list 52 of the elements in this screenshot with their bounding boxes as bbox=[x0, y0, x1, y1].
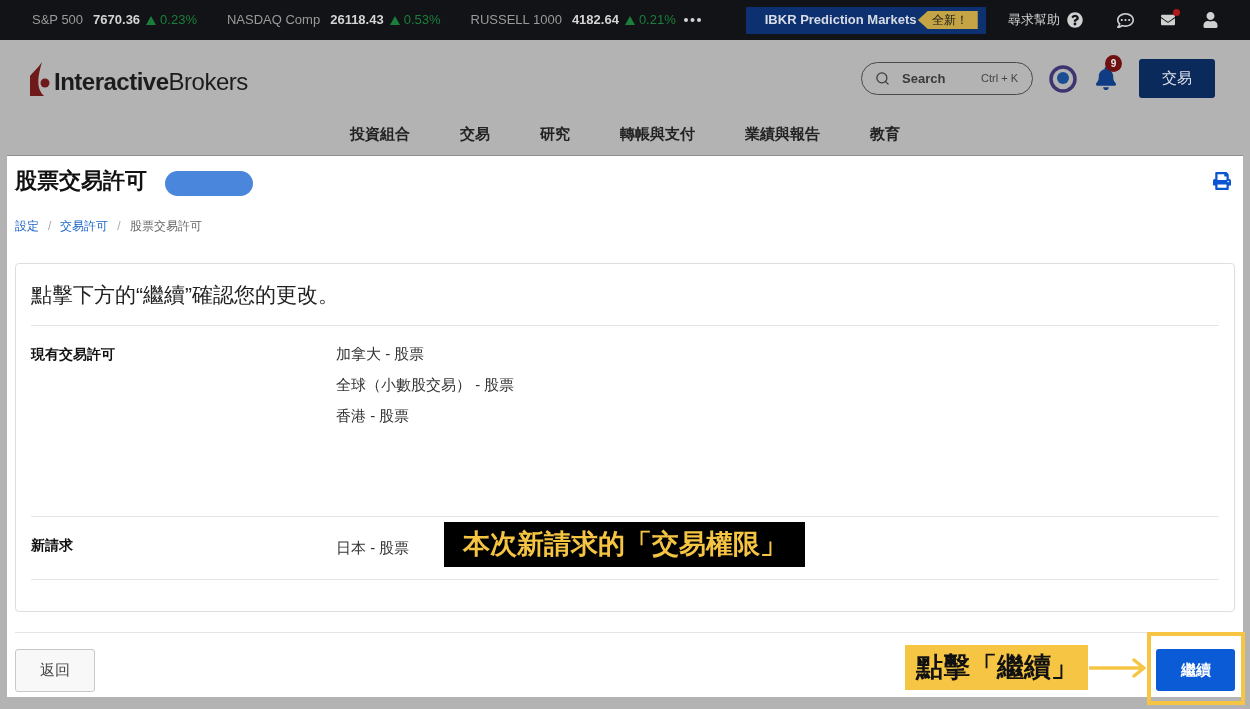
nav-item[interactable]: 轉帳與支付 bbox=[620, 122, 695, 146]
permission-value: 香港 - 股票 bbox=[336, 406, 411, 426]
nav-item[interactable]: 交易 bbox=[460, 122, 490, 146]
bell-icon[interactable] bbox=[1095, 67, 1117, 90]
index-value: 7670.36 bbox=[93, 11, 141, 30]
continue-button[interactable]: 繼續 bbox=[1156, 649, 1235, 691]
user-icon[interactable] bbox=[1203, 12, 1218, 28]
promo-banner[interactable]: IBKR Prediction Markets 全新！ bbox=[745, 6, 986, 34]
row-label: 新請求 bbox=[31, 536, 74, 555]
row-label: 現有交易許可 bbox=[31, 345, 116, 364]
breadcrumb-link[interactable]: 設定 bbox=[15, 217, 39, 235]
index-change: 0.21% bbox=[638, 11, 676, 30]
logo-mark-icon bbox=[30, 61, 50, 96]
breadcrumb-current: 股票交易許可 bbox=[129, 218, 202, 235]
promo-label: IBKR Prediction Markets bbox=[764, 11, 917, 30]
permission-value: 日本 - 股票 bbox=[336, 538, 410, 558]
brand-name: InteractiveBrokers bbox=[54, 67, 248, 96]
callout-label: 本次新請求的「交易權限」 bbox=[444, 522, 805, 567]
help-link[interactable]: 尋求幫助 bbox=[1008, 10, 1083, 30]
permission-value: 加拿大 - 股票 bbox=[336, 344, 426, 364]
search-icon bbox=[875, 71, 890, 86]
notification-badge: 9 bbox=[1105, 55, 1122, 72]
chat-bubble-icon[interactable] bbox=[1117, 11, 1134, 29]
index-name: NASDAQ Comp bbox=[226, 11, 321, 30]
index-name: S&P 500 bbox=[32, 11, 84, 30]
mail-icon[interactable] bbox=[1160, 13, 1176, 27]
pointer-label: 點擊「繼續」 bbox=[905, 645, 1088, 690]
print-icon[interactable] bbox=[1213, 171, 1231, 190]
index-name: RUSSELL 1000 bbox=[470, 11, 562, 30]
index-value: 26118.43 bbox=[330, 11, 384, 30]
index-change: 0.53% bbox=[403, 11, 441, 30]
shortcut-hint: Ctrl + K bbox=[981, 71, 1018, 87]
promo-tag: 全新！ bbox=[917, 11, 978, 29]
trade-button[interactable]: 交易 bbox=[1139, 59, 1215, 98]
more-dots-icon[interactable] bbox=[683, 18, 701, 22]
breadcrumb-separator: / bbox=[117, 218, 121, 235]
back-button[interactable]: 返回 bbox=[15, 649, 95, 692]
help-icon bbox=[1067, 12, 1083, 28]
circle-dot-icon[interactable] bbox=[1049, 64, 1077, 93]
index-change: 0.23% bbox=[160, 11, 197, 30]
index-value: 4182.64 bbox=[571, 11, 619, 30]
breadcrumb-link[interactable]: 交易許可 bbox=[60, 217, 109, 235]
search-input[interactable]: Search bbox=[902, 68, 972, 89]
permission-value: 全球（小數股交易） - 股票 bbox=[336, 375, 515, 395]
nav-item[interactable]: 研究 bbox=[540, 122, 570, 146]
pointer-arrow bbox=[1089, 658, 1147, 678]
breadcrumb-separator: / bbox=[48, 218, 52, 235]
nav-item[interactable]: 教育 bbox=[870, 122, 900, 146]
nav-item[interactable]: 業績與報告 bbox=[745, 122, 820, 146]
card-heading: 點擊下方的“繼續”確認您的更改。 bbox=[31, 281, 339, 308]
nav-item[interactable]: 投資組合 bbox=[350, 122, 410, 146]
page-title: 股票交易許可 bbox=[15, 167, 147, 195]
